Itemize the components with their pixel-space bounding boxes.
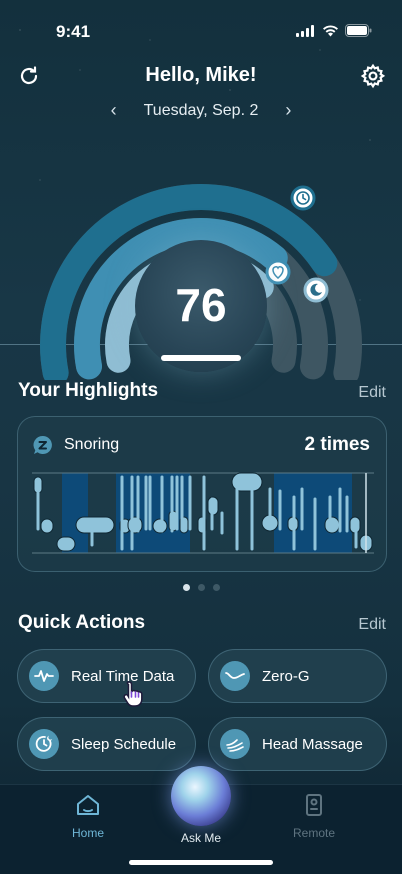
- zero-g-button[interactable]: Zero-G: [208, 649, 387, 703]
- massage-icon: [220, 729, 250, 759]
- home-icon: [77, 795, 99, 815]
- tab-remote-label: Remote: [292, 826, 336, 840]
- greeting-title: Hello, Mike!: [145, 64, 257, 86]
- snoring-bands: [62, 473, 352, 553]
- heart-rate-marker-icon: [265, 259, 291, 285]
- carousel-dot-3[interactable]: [212, 584, 220, 591]
- real-time-data-button[interactable]: Real Time Data: [17, 649, 196, 703]
- remote-icon: [306, 794, 322, 816]
- app-screen: 9:41 Hello, Mike! ‹ Tuesday, Sep. 2 › 76…: [0, 0, 402, 874]
- ask-me-label: Ask Me: [180, 831, 221, 845]
- wifi-icon: [323, 24, 338, 36]
- tab-remote[interactable]: Remote: [274, 793, 354, 840]
- quick-actions-title: Quick Actions: [18, 612, 146, 633]
- settings-button[interactable]: [359, 62, 387, 90]
- clock-moon-icon: [29, 729, 59, 759]
- head-massage-button[interactable]: Head Massage: [208, 717, 387, 771]
- quick-actions-edit-button[interactable]: Edit: [358, 616, 386, 634]
- next-day-button[interactable]: ›: [280, 100, 296, 121]
- date-selector: ‹ Tuesday, Sep. 2 ›: [0, 100, 402, 121]
- sleep-schedule-button[interactable]: Sleep Schedule: [17, 717, 196, 771]
- card-header: Snoring: [32, 434, 119, 456]
- home-indicator: [129, 860, 273, 865]
- moon-marker-icon: [303, 277, 329, 303]
- status-time: 9:41: [56, 22, 91, 41]
- previous-day-button[interactable]: ‹: [106, 100, 122, 121]
- carousel-dot-2[interactable]: [197, 584, 205, 591]
- snoring-highlight-card[interactable]: Snoring 2 times: [17, 416, 387, 572]
- sleep-score-value: 76: [175, 279, 227, 331]
- head-massage-label: Head Massage: [262, 735, 363, 753]
- hand-pointer-cursor-icon: [123, 681, 143, 707]
- card-label: Snoring: [64, 436, 120, 453]
- score-indicator-bar: [161, 355, 241, 361]
- card-value: 2 times: [304, 434, 370, 455]
- battery-icon: [345, 24, 372, 37]
- zero-g-label: Zero-G: [262, 667, 310, 685]
- tab-home[interactable]: Home: [48, 793, 128, 840]
- snoring-timeline-chart: [32, 472, 374, 554]
- zero-g-icon: [220, 661, 250, 691]
- heartbeat-icon: [29, 661, 59, 691]
- highlights-edit-button[interactable]: Edit: [358, 384, 386, 402]
- current-date: Tuesday, Sep. 2: [143, 101, 259, 119]
- tab-home-label: Home: [71, 826, 104, 840]
- highlights-title: Your Highlights: [18, 380, 159, 401]
- sleep-schedule-label: Sleep Schedule: [71, 735, 177, 753]
- clock-marker-icon: [290, 185, 316, 211]
- gear-icon: [360, 63, 386, 89]
- status-icons: [296, 24, 372, 37]
- carousel-page-dots[interactable]: [0, 584, 402, 591]
- carousel-dot-1[interactable]: [182, 584, 190, 591]
- snore-icon: [33, 435, 52, 454]
- cellular-signal-icon: [296, 24, 314, 37]
- ask-me-orb-button[interactable]: [171, 766, 231, 826]
